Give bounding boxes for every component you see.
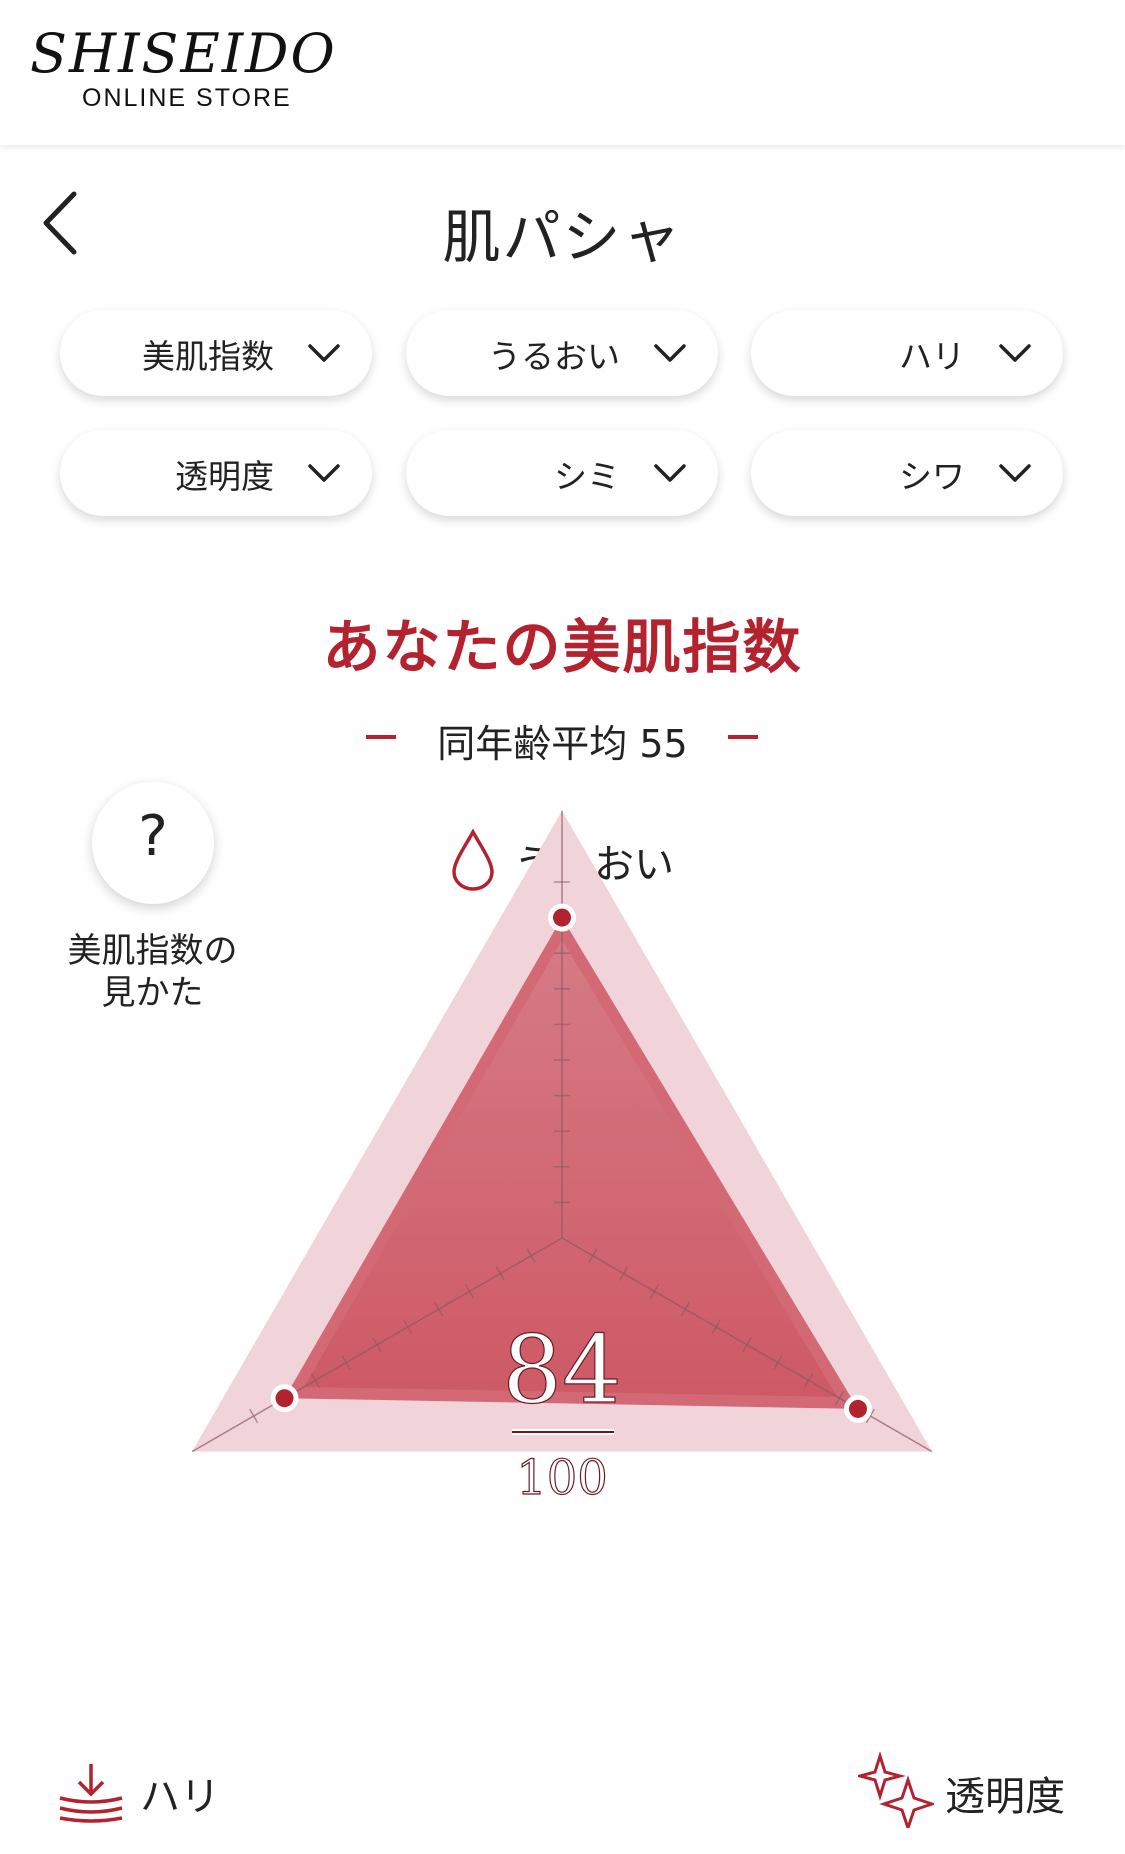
brand-logo[interactable]: SHISEIDO	[30, 22, 337, 85]
score-value: 84	[502, 1316, 622, 1425]
radar-point	[275, 1389, 294, 1408]
skin-index-radar-chart: 84 100	[191, 810, 933, 1507]
score-max: 100	[516, 1450, 608, 1506]
radar-point	[553, 908, 571, 927]
brand-sub-label: ONLINE STORE	[82, 84, 292, 112]
site-header: SHISEIDO ONLINE STORE	[0, 0, 1125, 145]
radar-point	[848, 1399, 867, 1418]
